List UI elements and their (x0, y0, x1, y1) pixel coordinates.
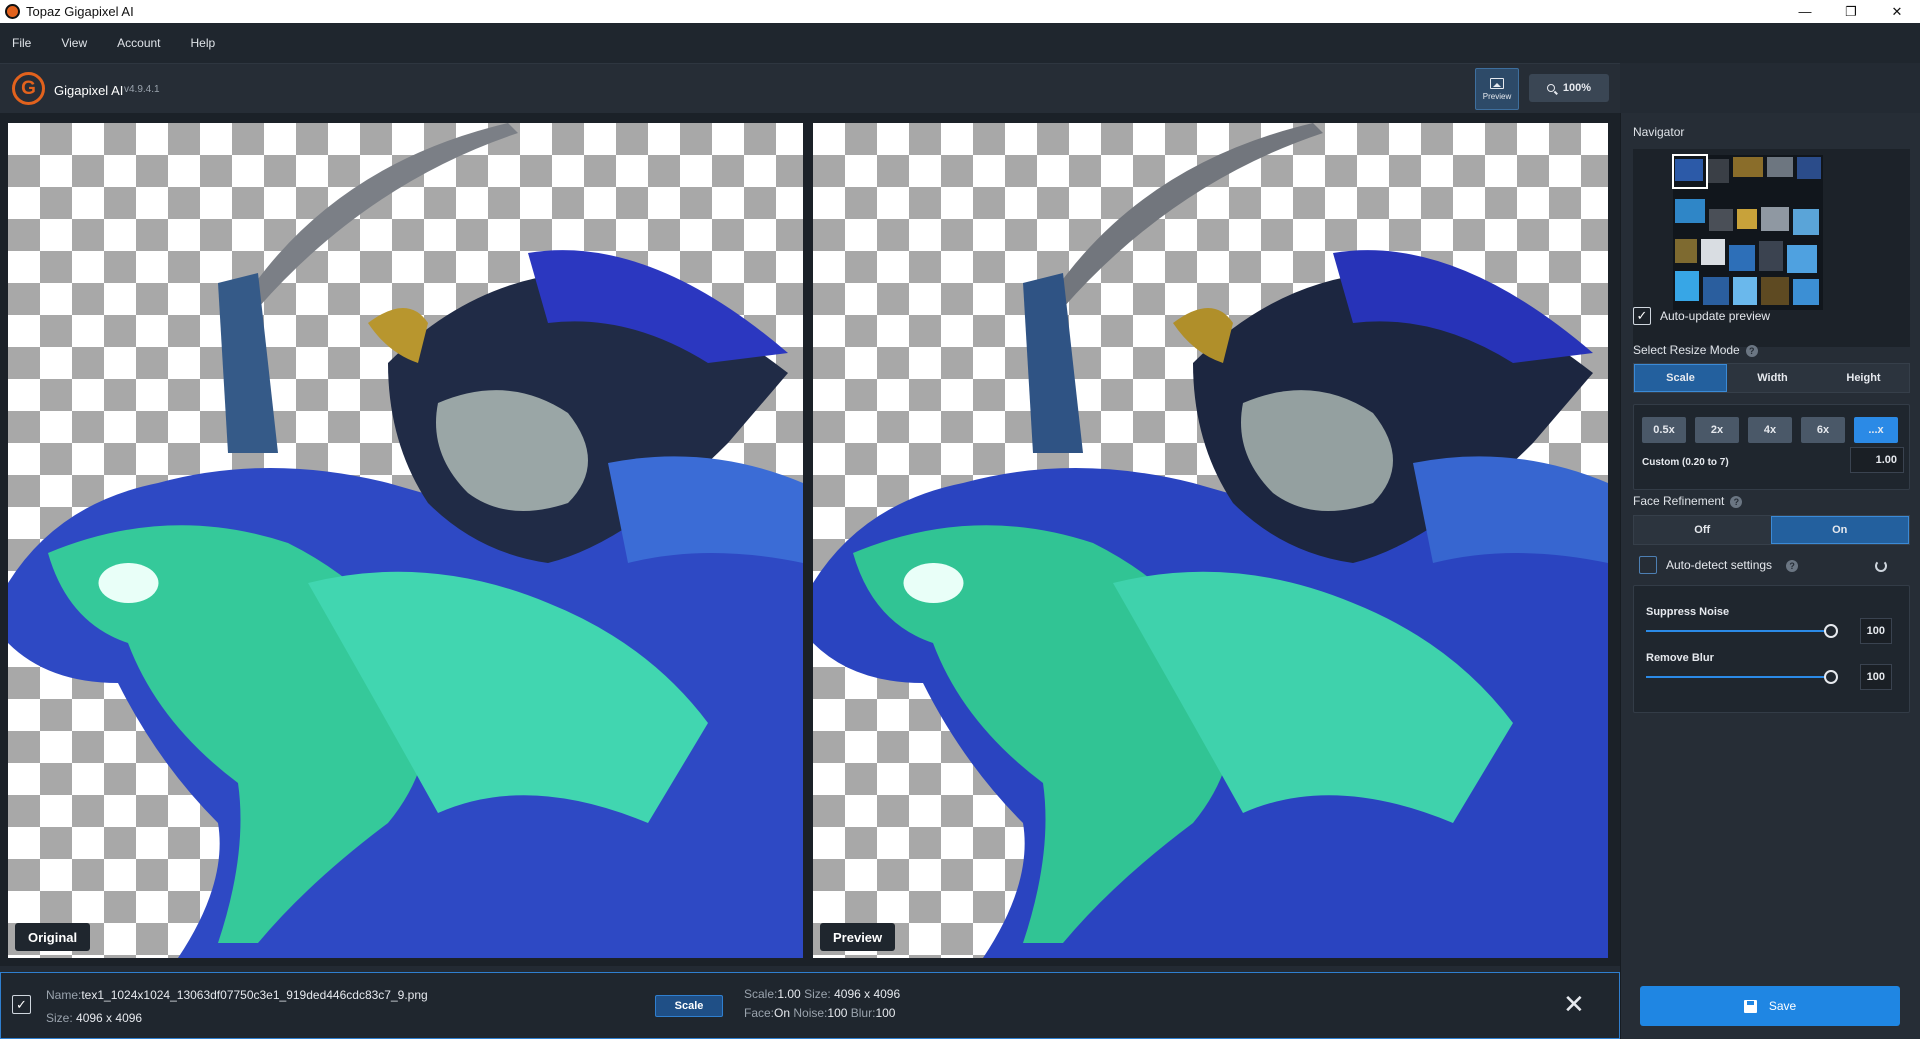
menu-bar: File View Account Help (0, 23, 1920, 63)
scale-0-5x-button[interactable]: 0.5x (1642, 417, 1686, 443)
preview-image (813, 123, 1608, 958)
file-size-label: Size: (46, 1011, 73, 1025)
preview-pane[interactable]: Preview (813, 123, 1608, 958)
app-version: v4.9.4.1 (124, 84, 160, 95)
face-refinement-text: Face Refinement (1633, 494, 1725, 508)
restore-button[interactable]: ❐ (1828, 0, 1874, 23)
custom-scale-label: Custom (0.20 to 7) (1642, 457, 1729, 468)
auto-detect-label: Auto-detect settings (1666, 558, 1773, 572)
image-canvas: Original Preview (0, 113, 1620, 966)
face-refinement-help-icon[interactable]: ? (1730, 495, 1743, 508)
scale-custom-button[interactable]: ...x (1854, 417, 1898, 443)
title-bar: Topaz Gigapixel AI — ❐ ✕ (0, 0, 1920, 23)
scale-options-box: 0.5x 2x 4x 6x ...x Custom (0.20 to 7) 1.… (1633, 404, 1910, 490)
app-name: Gigapixel AI (54, 83, 124, 98)
face-refinement-title: Face Refinement? (1633, 494, 1743, 508)
zoom-button[interactable]: 100% (1529, 74, 1609, 102)
scale-4x-button[interactable]: 4x (1748, 417, 1792, 443)
resize-mode-selector: Scale Width Height (1633, 363, 1910, 393)
preview-toggle-button[interactable]: Preview (1475, 68, 1519, 110)
navigator-title: Navigator (1633, 125, 1685, 139)
original-pane[interactable]: Original (8, 123, 803, 958)
file-name-label: Name: (46, 988, 82, 1002)
auto-detect-checkbox[interactable] (1639, 556, 1657, 574)
face-refinement-selector: Off On (1633, 515, 1910, 545)
scale-6x-button[interactable]: 6x (1801, 417, 1845, 443)
remove-blur-slider[interactable] (1646, 676, 1831, 678)
zoom-level: 100% (1562, 82, 1592, 94)
resize-mode-height[interactable]: Height (1818, 364, 1909, 392)
preview-toggle-label: Preview (1482, 91, 1512, 101)
resize-mode-scale[interactable]: Scale (1634, 364, 1727, 392)
remove-blur-input[interactable]: 100 (1860, 664, 1892, 690)
face-refinement-on[interactable]: On (1770, 516, 1909, 544)
resize-mode-width[interactable]: Width (1727, 364, 1818, 392)
suppress-noise-thumb[interactable] (1824, 624, 1838, 638)
original-image (8, 123, 803, 958)
preview-label: Preview (820, 923, 896, 951)
save-disk-icon (1743, 999, 1757, 1013)
enhancement-sliders-box: Suppress Noise 100 Remove Blur 100 (1633, 585, 1910, 713)
face-refinement-off[interactable]: Off (1634, 516, 1771, 544)
window-controls: — ❐ ✕ (1782, 0, 1920, 23)
menu-account[interactable]: Account (117, 36, 160, 50)
resize-mode-help-icon[interactable]: ? (1745, 344, 1758, 357)
menu-view[interactable]: View (61, 36, 87, 50)
window-title: Topaz Gigapixel AI (26, 4, 134, 19)
output-size-value: 4096 x 4096 (834, 987, 901, 1001)
minimize-button[interactable]: — (1782, 0, 1828, 23)
output-size-label: Size: (804, 987, 831, 1001)
reset-icon[interactable] (1875, 560, 1887, 572)
save-button[interactable]: Save (1640, 986, 1900, 1026)
custom-scale-input[interactable]: 1.00 (1850, 447, 1904, 473)
auto-detect-help-icon[interactable]: ? (1786, 559, 1799, 572)
face-label: Face: (744, 1006, 775, 1020)
scale-2x-button[interactable]: 2x (1695, 417, 1739, 443)
close-window-button[interactable]: ✕ (1874, 0, 1920, 23)
file-name-value: tex1_1024x1024_13063df07750c3e1_919ded44… (81, 988, 428, 1002)
scale-buttons: 0.5x 2x 4x 6x ...x (1642, 417, 1907, 443)
remove-blur-thumb[interactable] (1824, 670, 1838, 684)
mode-scale-button[interactable]: Scale (655, 995, 723, 1017)
blur-label: Blur: (850, 1006, 876, 1020)
file-status-bar[interactable]: ✓ Name:tex1_1024x1024_13063df07750c3e1_9… (0, 972, 1620, 1039)
noise-label: Noise: (793, 1006, 828, 1020)
file-size-value: 4096 x 4096 (76, 1011, 143, 1025)
remove-file-button[interactable]: ✕ (1563, 990, 1585, 1018)
output-settings-row: Face:On Noise:100 Blur:100 (744, 1006, 895, 1020)
remove-blur-label: Remove Blur (1646, 652, 1714, 664)
menu-help[interactable]: Help (191, 36, 216, 50)
menu-file[interactable]: File (12, 36, 31, 50)
suppress-noise-slider[interactable] (1646, 630, 1831, 632)
auto-update-label: Auto-update preview (1660, 309, 1771, 323)
noise-value: 100 (827, 1006, 848, 1020)
image-icon (1490, 77, 1504, 89)
output-scale-value: 1.00 (777, 987, 801, 1001)
file-select-checkbox[interactable]: ✓ (12, 995, 31, 1014)
suppress-noise-label: Suppress Noise (1646, 606, 1730, 618)
auto-detect-row: Auto-detect settings? (1666, 558, 1799, 572)
original-label: Original (15, 923, 91, 951)
file-size-row: Size: 4096 x 4096 (46, 1011, 142, 1025)
output-scale-label: Scale: (744, 987, 778, 1001)
gigapixel-logo: G (12, 72, 45, 105)
output-scale-row: Scale:1.00 Size: 4096 x 4096 (744, 987, 900, 1001)
resize-mode-text: Select Resize Mode (1633, 343, 1740, 357)
auto-update-checkbox[interactable]: ✓ (1633, 307, 1651, 325)
settings-panel: Navigator ✓ Auto-update preview Select R… (1620, 113, 1920, 1039)
face-value: On (774, 1006, 791, 1020)
blur-value: 100 (875, 1006, 896, 1020)
suppress-noise-input[interactable]: 100 (1860, 618, 1892, 644)
resize-mode-title: Select Resize Mode? (1633, 343, 1758, 357)
app-icon (5, 4, 20, 19)
file-name-row: Name:tex1_1024x1024_13063df07750c3e1_919… (46, 988, 428, 1002)
save-label: Save (1768, 999, 1797, 1013)
zoom-icon (1546, 84, 1555, 92)
app-header: G Gigapixel AI v4.9.4.1 Preview 100% (0, 63, 1620, 113)
